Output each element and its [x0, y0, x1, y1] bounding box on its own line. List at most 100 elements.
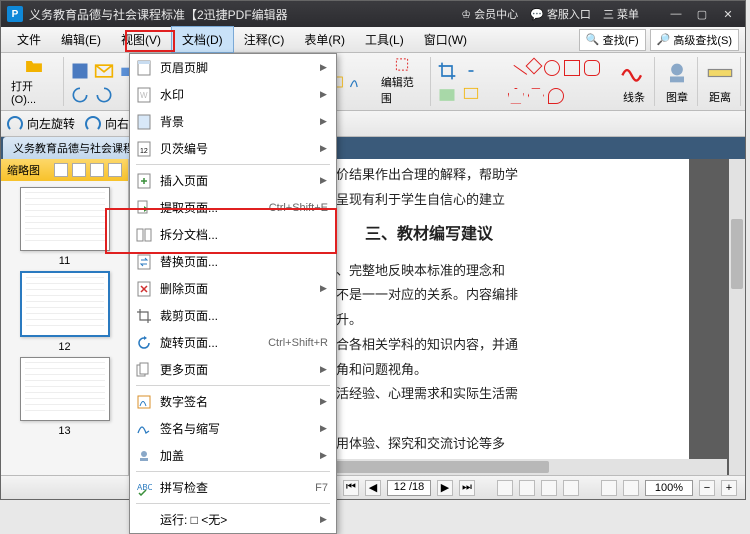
stamp-icon: [136, 448, 152, 464]
menu-crop-page[interactable]: 裁剪页面...: [130, 302, 336, 329]
prev-page-button[interactable]: ◀: [365, 480, 381, 496]
layout-facing-icon[interactable]: [541, 480, 557, 496]
layout-continuous-icon[interactable]: [519, 480, 535, 496]
menu-replace-page[interactable]: 替换页面...: [130, 248, 336, 275]
watermark-icon: W: [136, 87, 152, 103]
advanced-find-button[interactable]: 🔎高级查找(S): [650, 29, 739, 51]
document-menu-dropdown: 页眉页脚▶ W水印▶ 背景▶ 12贝茨编号▶ 插入页面▶ 提取页面...Ctrl…: [129, 53, 337, 534]
image-icon[interactable]: [437, 85, 457, 105]
circle-shape[interactable]: [544, 60, 560, 76]
stamp-button[interactable]: 图章: [657, 57, 698, 106]
menu-file[interactable]: 文件: [7, 27, 51, 52]
crop-icon[interactable]: [437, 61, 457, 81]
menu-delete-page[interactable]: 删除页面▶: [130, 275, 336, 302]
menu-window[interactable]: 窗口(W): [414, 27, 477, 52]
thumbnail-12[interactable]: [20, 271, 110, 337]
edit-zone-button[interactable]: 编辑范围: [375, 57, 431, 106]
v-scrollbar[interactable]: [729, 159, 745, 479]
menu-digital-sign[interactable]: 数字签名▶: [130, 388, 336, 415]
rounded-shape[interactable]: [584, 60, 600, 76]
hexagon-shape[interactable]: [528, 88, 544, 104]
menu-spell-check[interactable]: ABC拼写检查F7: [130, 474, 336, 501]
menu-run[interactable]: 运行: □ <无>▶: [130, 506, 336, 533]
crop-page-icon: [136, 308, 152, 324]
next-page-button[interactable]: ▶: [437, 480, 453, 496]
shape-tools: [504, 57, 612, 106]
menu-watermark[interactable]: W水印▶: [130, 81, 336, 108]
split-icon: [136, 227, 152, 243]
layout-facing-cont-icon[interactable]: [563, 480, 579, 496]
fit-width-icon[interactable]: [601, 480, 617, 496]
menu-comment[interactable]: 注释(C): [234, 27, 295, 52]
find-button[interactable]: 🔍查找(F): [579, 29, 646, 51]
menu-background[interactable]: 背景▶: [130, 108, 336, 135]
menu-more-pages[interactable]: 更多页面▶: [130, 356, 336, 383]
redo-icon[interactable]: [94, 85, 114, 105]
background-icon: [136, 114, 152, 130]
statusbar: ⏮ ◀ 12 /18 ▶ ⏭ 100% − +: [1, 475, 745, 499]
side-tool-4[interactable]: [108, 163, 122, 177]
main-menu-button[interactable]: 三 菜单: [603, 6, 639, 22]
open-button[interactable]: 打开(O)...: [5, 57, 64, 106]
rotate-left-icon: [7, 116, 23, 132]
signature-icon: [136, 421, 152, 437]
menu-bates[interactable]: 12贝茨编号▶: [130, 135, 336, 162]
minimize-button[interactable]: —: [665, 5, 687, 23]
edit-zone-icon: [388, 57, 416, 72]
menu-header-footer[interactable]: 页眉页脚▶: [130, 54, 336, 81]
support-link[interactable]: 💬 客服入口: [530, 6, 591, 22]
page-input[interactable]: 12 /18: [387, 480, 431, 496]
distance-button[interactable]: 距离: [700, 57, 741, 106]
extract-page-icon: [136, 200, 152, 216]
menu-form[interactable]: 表单(R): [294, 27, 355, 52]
member-center-link[interactable]: ♔ 会员中心: [461, 6, 518, 22]
thumbnail-sidebar: 缩略图 11 12 13: [1, 159, 129, 479]
thumbnail-13[interactable]: [20, 357, 110, 421]
zoom-out-button[interactable]: −: [699, 480, 715, 496]
fit-page-icon[interactable]: [623, 480, 639, 496]
cloud-shape[interactable]: [548, 88, 564, 104]
menu-rotate-page[interactable]: 旋转页面...Ctrl+Shift+R: [130, 329, 336, 356]
side-tool-1[interactable]: [54, 163, 68, 177]
menubar: 文件 编辑(E) 视图(V) 文档(D) 注释(C) 表单(R) 工具(L) 窗…: [1, 27, 745, 53]
rotate-left-button[interactable]: 向左旋转: [7, 115, 75, 132]
zoom-in-button[interactable]: +: [721, 480, 737, 496]
menu-view[interactable]: 视图(V): [111, 27, 171, 52]
undo-icon[interactable]: [70, 85, 90, 105]
last-page-button[interactable]: ⏭: [459, 480, 475, 496]
close-button[interactable]: ✕: [717, 5, 739, 23]
save-icon[interactable]: [70, 61, 90, 81]
annotation-icon[interactable]: [461, 85, 481, 105]
run-icon: [136, 512, 152, 528]
menu-signature[interactable]: 签名与缩写▶: [130, 415, 336, 442]
rect-shape[interactable]: [564, 60, 580, 76]
lines-button[interactable]: 线条: [614, 57, 655, 106]
side-tool-3[interactable]: [90, 163, 104, 177]
side-tool-2[interactable]: [72, 163, 86, 177]
rotate-right-icon: [85, 116, 101, 132]
folder-icon: [20, 57, 48, 76]
zoom-input[interactable]: 100%: [645, 480, 693, 496]
mail-icon[interactable]: [94, 61, 114, 81]
pentagon-shape[interactable]: [508, 88, 524, 104]
wavy-line-icon: [620, 59, 648, 87]
menu-document[interactable]: 文档(D): [171, 26, 234, 53]
maximize-button[interactable]: ▢: [691, 5, 713, 23]
first-page-button[interactable]: ⏮: [343, 480, 359, 496]
insert-page-icon: [136, 173, 152, 189]
signature-icon[interactable]: [348, 72, 368, 92]
layout-single-icon[interactable]: [497, 480, 513, 496]
diamond-shape[interactable]: [525, 57, 542, 74]
link-icon[interactable]: [461, 61, 481, 81]
doc-tabbar: 义务教育品德与社会课程标: [1, 137, 745, 159]
thumbnail-11[interactable]: [20, 187, 110, 251]
menu-stamp[interactable]: 加盖▶: [130, 442, 336, 469]
line-shape[interactable]: [505, 64, 527, 86]
menu-tools[interactable]: 工具(L): [355, 27, 414, 52]
menu-split-doc[interactable]: 拆分文档...: [130, 221, 336, 248]
menu-extract-page[interactable]: 提取页面...Ctrl+Shift+E: [130, 194, 336, 221]
menu-insert-page[interactable]: 插入页面▶: [130, 167, 336, 194]
thumb-label: 12: [58, 341, 70, 353]
svg-text:12: 12: [140, 148, 148, 155]
menu-edit[interactable]: 编辑(E): [51, 27, 111, 52]
